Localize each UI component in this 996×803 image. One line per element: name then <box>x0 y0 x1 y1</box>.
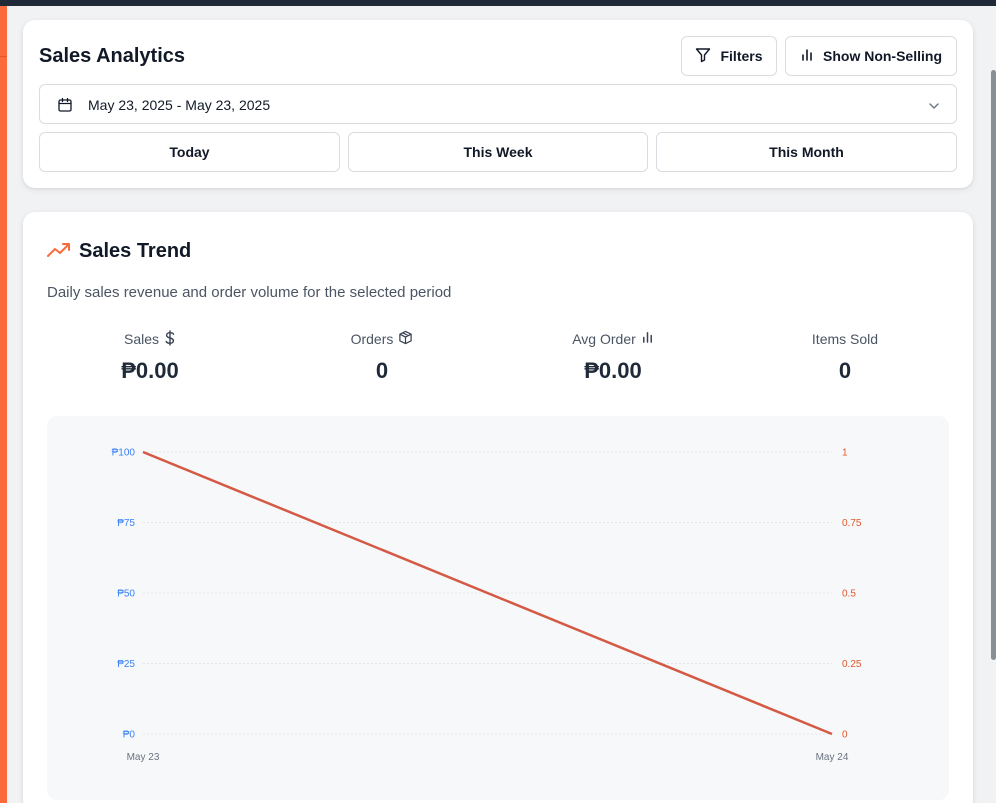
stat-orders: Orders 0 <box>282 330 482 384</box>
calendar-icon <box>57 97 73 118</box>
page-title: Sales Analytics <box>39 45 186 67</box>
stat-sales: Sales ₱0.00 <box>50 329 250 384</box>
x-axis-tick-label: May 23 <box>127 752 160 763</box>
stat-label: Items Sold <box>811 331 879 347</box>
right-axis-tick-label: 0.5 <box>842 589 856 600</box>
left-axis-tick-label: ₱75 <box>117 518 135 529</box>
x-axis-tick-label: May 24 <box>816 752 849 763</box>
stat-label: Sales <box>123 331 160 347</box>
right-axis-tick-label: 0.75 <box>842 518 862 529</box>
range-this-week-button[interactable]: This Week <box>348 132 648 172</box>
stat-label: Avg Order <box>572 331 636 347</box>
show-non-selling-button[interactable]: Show Non-Selling <box>785 36 957 76</box>
stat-value: ₱0.00 <box>121 358 179 383</box>
stat-avg-order: Avg Order ₱0.00 <box>513 330 713 384</box>
stat-items-sold: Items Sold 0 <box>745 330 945 384</box>
sales-trend-chart: ₱0 ₱25 ₱50 ₱75 ₱100 0 0.25 0.5 0.75 1 May 23 May 24 <box>47 416 949 800</box>
sales-analytics-panel: Sales Analytics Filters Show Non-Selling… <box>23 20 973 188</box>
range-this-month-button[interactable]: This Month <box>656 132 957 172</box>
sales-trend-description: Daily sales revenue and order volume for… <box>47 284 452 301</box>
sales-trend-chart-svg: ₱0 ₱25 ₱50 ₱75 ₱100 0 0.25 0.5 0.75 1 May 23 May 24 <box>112 448 862 764</box>
left-axis-tick-label: ₱50 <box>117 589 135 600</box>
filters-button[interactable]: Filters <box>681 36 777 76</box>
scrollbar[interactable] <box>991 70 996 660</box>
left-accent-bar <box>0 6 7 803</box>
top-bar <box>0 0 996 6</box>
right-axis-tick-label: 1 <box>842 448 848 459</box>
date-range-picker[interactable]: May 23, 2025 - May 23, 2025 <box>39 84 957 124</box>
date-range-value: May 23, 2025 - May 23, 2025 <box>88 97 271 113</box>
filters-label: Filters <box>720 48 763 64</box>
dollar-icon <box>164 329 176 349</box>
range-today-button[interactable]: Today <box>39 132 340 172</box>
show-non-selling-label: Show Non-Selling <box>823 48 942 64</box>
stat-value: 0 <box>375 358 389 383</box>
box-icon <box>398 330 413 348</box>
left-axis-tick-label: ₱0 <box>123 730 136 741</box>
stat-value: ₱0.00 <box>584 358 642 383</box>
left-axis-tick-label: ₱100 <box>112 448 136 459</box>
trending-up-icon <box>47 242 71 263</box>
bar-chart-icon <box>641 331 654 347</box>
bar-chart-icon <box>800 48 814 65</box>
right-axis-tick-label: 0.25 <box>842 659 862 670</box>
chevron-down-icon <box>928 99 940 117</box>
stat-value: 0 <box>838 358 852 383</box>
filter-icon <box>695 47 711 66</box>
stat-label: Orders <box>350 331 394 347</box>
left-axis-tick-label: ₱25 <box>117 659 135 670</box>
right-axis-tick-label: 0 <box>842 730 848 741</box>
sales-trend-title: Sales Trend <box>79 240 192 262</box>
sales-trend-panel: Sales Trend Daily sales revenue and orde… <box>23 212 973 803</box>
